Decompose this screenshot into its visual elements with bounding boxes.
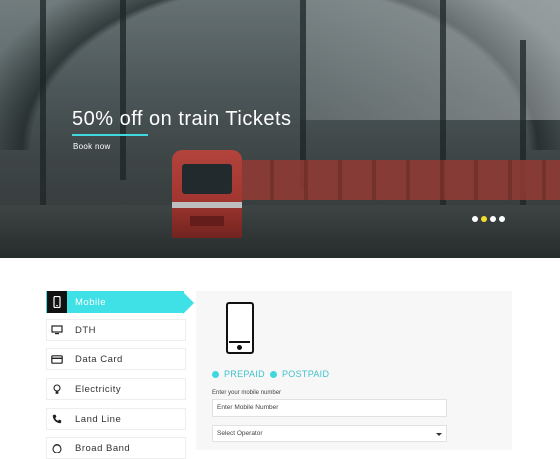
sidebar-item-label: Mobile bbox=[75, 296, 106, 308]
carousel-dot[interactable] bbox=[490, 216, 496, 222]
prepaid-option[interactable]: PREPAID bbox=[212, 369, 265, 379]
sidebar-item-data-card[interactable]: Data Card bbox=[46, 348, 186, 370]
prepaid-label: PREPAID bbox=[224, 369, 265, 379]
sidebar-item-land-line[interactable]: Land Line bbox=[46, 408, 186, 430]
sidebar-item-electricity[interactable]: Electricity bbox=[46, 378, 186, 400]
lightbulb-icon bbox=[47, 379, 67, 399]
sidebar-item-broad-band[interactable]: Broad Band bbox=[46, 437, 186, 459]
sidebar-item-label: Electricity bbox=[75, 383, 122, 395]
sidebar-item-mobile[interactable]: Mobile bbox=[46, 291, 194, 314]
carousel-dot[interactable] bbox=[499, 216, 505, 222]
mobile-number-input[interactable]: Enter Mobile Number bbox=[212, 399, 447, 417]
chevron-down-icon bbox=[436, 433, 442, 436]
hero-title-underline bbox=[72, 134, 148, 136]
card-icon bbox=[47, 349, 67, 369]
hero-banner: 50% off on train Tickets Book now bbox=[0, 0, 560, 258]
sidebar-item-label: Data Card bbox=[75, 353, 123, 365]
carousel-indicators bbox=[472, 216, 505, 222]
mobile-number-label: Enter your mobile number bbox=[212, 390, 282, 396]
radio-selected-icon bbox=[212, 370, 219, 378]
sidebar-item-label: DTH bbox=[75, 324, 97, 336]
sidebar-item-label: Broad Band bbox=[75, 442, 131, 454]
mobile-phone-icon bbox=[47, 291, 67, 313]
telephone-icon bbox=[47, 409, 67, 429]
sidebar-item-label: Land Line bbox=[75, 413, 122, 425]
mobile-number-placeholder: Enter Mobile Number bbox=[217, 404, 279, 411]
carousel-dot[interactable] bbox=[472, 216, 478, 222]
hero-title: 50% off on train Tickets bbox=[72, 108, 292, 130]
carousel-dot-active[interactable] bbox=[481, 216, 487, 222]
book-now-link[interactable]: Book now bbox=[73, 142, 111, 151]
router-icon bbox=[47, 438, 67, 458]
mobile-phone-icon bbox=[226, 302, 254, 354]
sidebar-item-dth[interactable]: DTH bbox=[46, 319, 186, 341]
radio-icon bbox=[270, 370, 277, 378]
postpaid-label: POSTPAID bbox=[282, 369, 330, 379]
operator-select-value: Select Operator bbox=[217, 430, 263, 437]
postpaid-option[interactable]: POSTPAID bbox=[270, 369, 329, 379]
operator-select[interactable]: Select Operator bbox=[212, 425, 447, 442]
monitor-icon bbox=[47, 320, 67, 340]
